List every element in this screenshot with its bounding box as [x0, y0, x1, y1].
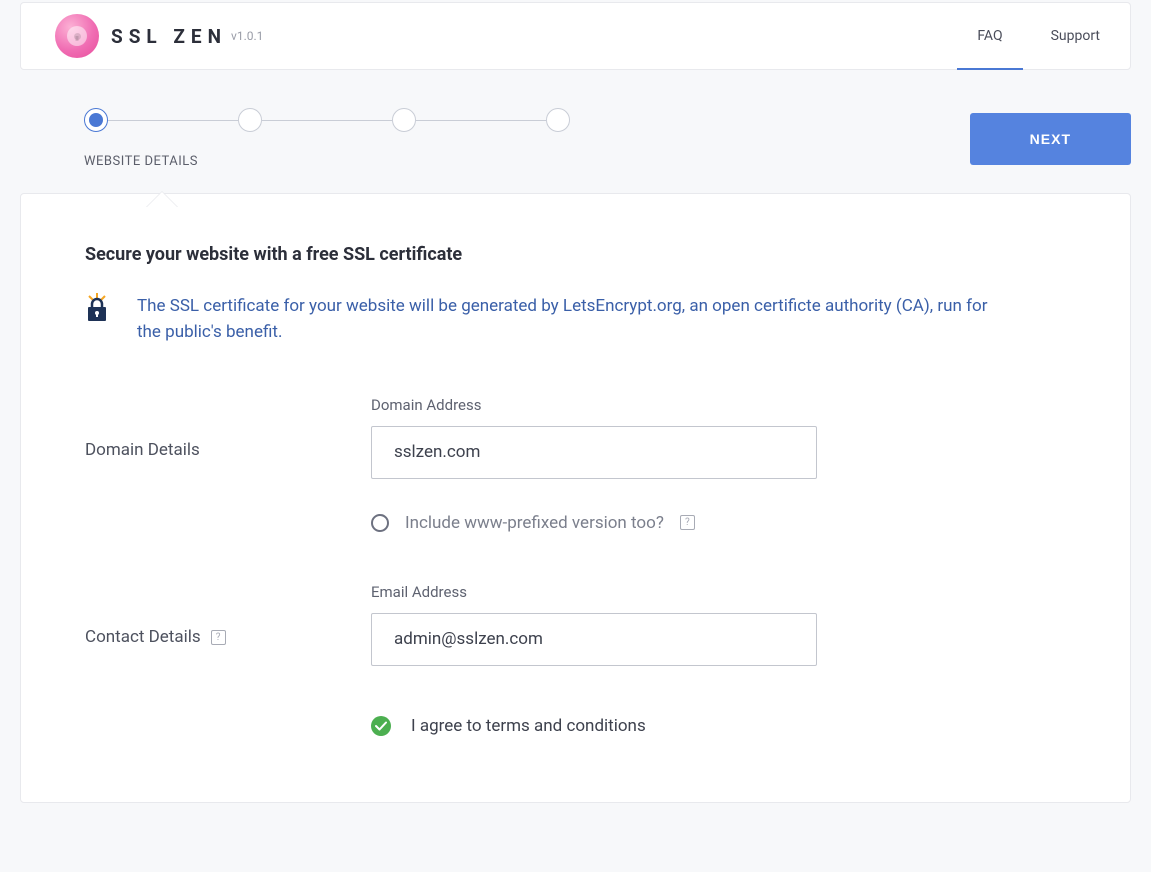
step-1 — [84, 108, 108, 132]
contact-section-label: Contact Details ? — [85, 583, 371, 666]
current-step-label: WEBSITE DETAILS — [84, 154, 570, 169]
info-text: The SSL certificate for your website wil… — [137, 293, 997, 346]
info-row: The SSL certificate for your website wil… — [85, 293, 1066, 346]
brand-version: v1.0.1 — [231, 29, 263, 43]
step-4 — [546, 108, 570, 132]
app-header: SSL ZEN v1.0.1 FAQ Support — [20, 2, 1131, 70]
brand-name: SSL ZEN — [111, 25, 227, 48]
contact-section: Contact Details ? Email Address — [85, 583, 1066, 666]
brand-logo-icon — [55, 14, 99, 58]
step-3 — [392, 108, 416, 132]
terms-checkbox[interactable] — [371, 716, 391, 736]
domain-input[interactable] — [371, 426, 817, 479]
progress-stepper — [84, 108, 570, 132]
domain-section-label: Domain Details — [85, 396, 371, 533]
form-card: Secure your website with a free SSL cert… — [20, 193, 1131, 803]
include-www-row: Include www-prefixed version too? ? — [371, 513, 817, 533]
checkmark-icon — [375, 721, 387, 731]
email-input[interactable] — [371, 613, 817, 666]
terms-label: I agree to terms and conditions — [411, 716, 646, 736]
domain-field-label: Domain Address — [371, 396, 817, 414]
step-2 — [238, 108, 262, 132]
include-www-label: Include www-prefixed version too? — [405, 513, 664, 533]
help-icon[interactable]: ? — [211, 630, 226, 645]
email-field-label: Email Address — [371, 583, 817, 601]
domain-section: Domain Details Domain Address Include ww… — [85, 396, 1066, 533]
nav-support[interactable]: Support — [1051, 3, 1100, 69]
help-icon[interactable]: ? — [680, 515, 695, 530]
secure-lock-icon — [85, 293, 109, 346]
stepper-row: WEBSITE DETAILS NEXT — [20, 108, 1131, 169]
header-nav: FAQ Support — [977, 3, 1100, 69]
logo-section: SSL ZEN v1.0.1 — [55, 14, 263, 58]
next-button[interactable]: NEXT — [970, 113, 1131, 165]
terms-row: I agree to terms and conditions — [371, 716, 1066, 736]
card-title: Secure your website with a free SSL cert… — [85, 244, 1066, 265]
nav-faq[interactable]: FAQ — [977, 3, 1002, 69]
include-www-checkbox[interactable] — [371, 514, 389, 532]
